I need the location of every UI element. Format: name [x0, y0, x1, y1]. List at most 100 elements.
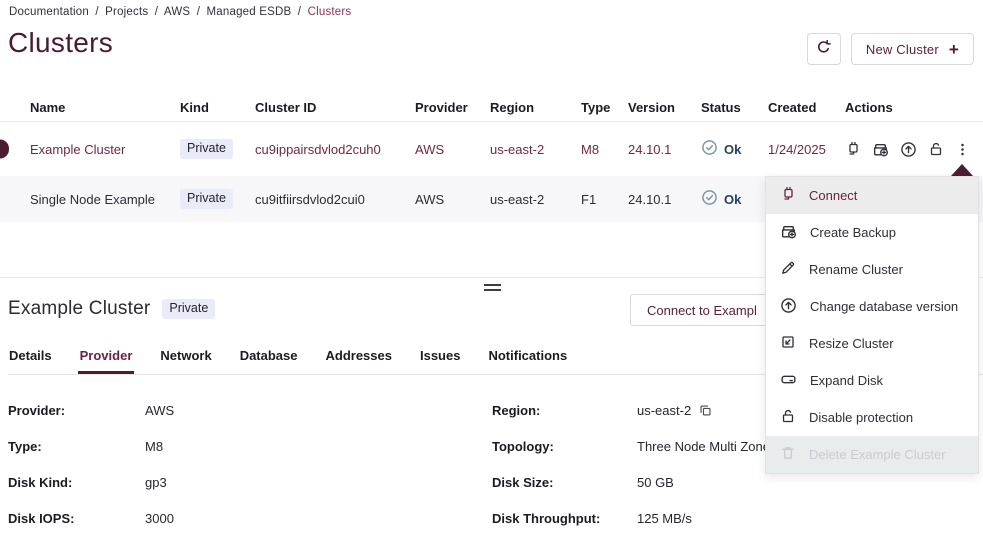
breadcrumb-item[interactable]: Projects — [105, 6, 148, 18]
change-version-icon[interactable] — [900, 141, 917, 158]
cell-region: us-east-2 — [490, 192, 581, 207]
new-cluster-button[interactable]: New Cluster + — [851, 33, 974, 65]
cell-name[interactable]: Example Cluster — [30, 142, 180, 157]
cell-actions — [845, 141, 983, 158]
tab-provider[interactable]: Provider — [79, 344, 134, 374]
menu-item-label: Disable protection — [809, 410, 913, 425]
col-header-status: Status — [701, 100, 768, 115]
field-value: AWS — [145, 403, 492, 418]
col-header-cluster-id: Cluster ID — [255, 100, 415, 115]
cell-type: F1 — [581, 192, 628, 207]
cell-version: 24.10.1 — [628, 192, 701, 207]
menu-item-label: Create Backup — [810, 225, 896, 240]
refresh-button[interactable] — [807, 33, 841, 65]
menu-item-disable-protection[interactable]: Disable protection — [766, 399, 978, 436]
field-value: 50 GB — [637, 475, 983, 490]
field-label: Type: — [8, 439, 145, 454]
arrow-up-circle-icon — [780, 297, 797, 317]
col-header-type: Type — [581, 100, 628, 115]
field-label: Disk IOPS: — [8, 511, 145, 526]
menu-item-change-database-version[interactable]: Change database version — [766, 288, 978, 325]
menu-item-label: Resize Cluster — [809, 336, 894, 351]
connect-icon[interactable] — [845, 141, 861, 157]
menu-item-create-backup[interactable]: Create Backup — [766, 214, 978, 251]
field-value: 125 MB/s — [637, 511, 983, 526]
cell-status: Ok — [701, 139, 768, 159]
field-label: Disk Throughput: — [492, 511, 637, 526]
pencil-icon — [780, 260, 796, 279]
col-header-region: Region — [490, 100, 581, 115]
resize-icon — [780, 334, 796, 353]
menu-item-resize-cluster[interactable]: Resize Cluster — [766, 325, 978, 362]
col-header-provider: Provider — [415, 100, 490, 115]
page-title: Clusters — [8, 27, 113, 59]
tab-notifications[interactable]: Notifications — [487, 344, 568, 374]
cell-name[interactable]: Single Node Example — [30, 192, 180, 207]
connect-to-cluster-button[interactable]: Connect to Exampl — [630, 294, 780, 326]
tab-addresses[interactable]: Addresses — [325, 344, 393, 374]
menu-item-label: Connect — [809, 188, 857, 203]
selected-row-marker — [0, 140, 9, 159]
col-header-name: Name — [30, 100, 180, 115]
menu-item-label: Change database version — [810, 299, 958, 314]
cell-cluster-id: cu9ippairsdvlod2cuh0 — [255, 142, 415, 157]
tab-network[interactable]: Network — [159, 344, 212, 374]
kind-badge: Private — [180, 139, 233, 159]
menu-item-label: Expand Disk — [810, 373, 883, 388]
check-circle-icon — [701, 189, 718, 209]
region-value: us-east-2 — [637, 403, 691, 418]
status-text: Ok — [724, 192, 741, 207]
context-menu: Connect Create Backup Rename Cluster — [765, 176, 979, 474]
create-backup-icon[interactable] — [872, 141, 889, 158]
breadcrumb: Documentation / Projects / AWS / Managed… — [9, 6, 351, 18]
status-text: Ok — [724, 142, 741, 157]
breadcrumb-current[interactable]: Clusters — [308, 6, 352, 18]
check-circle-icon — [701, 139, 718, 159]
menu-item-expand-disk[interactable]: Expand Disk — [766, 362, 978, 399]
detail-kind-badge: Private — [162, 299, 215, 319]
field-label: Region: — [492, 403, 637, 418]
detail-title: Example Cluster — [8, 298, 150, 320]
breadcrumb-separator: / — [155, 6, 158, 18]
cell-provider: AWS — [415, 142, 490, 157]
field-label: Disk Size: — [492, 475, 637, 490]
field-label: Topology: — [492, 439, 637, 454]
plus-icon: + — [949, 41, 959, 58]
tab-details[interactable]: Details — [8, 344, 53, 374]
field-value: M8 — [145, 439, 492, 454]
breadcrumb-item[interactable]: AWS — [164, 6, 190, 18]
field-label: Disk Kind: — [8, 475, 145, 490]
breadcrumb-item[interactable]: Managed ESDB — [207, 6, 292, 18]
table-row[interactable]: Example Cluster Private cu9ippairsdvlod2… — [0, 122, 983, 176]
menu-item-rename-cluster[interactable]: Rename Cluster — [766, 251, 978, 288]
field-value: gp3 — [145, 475, 492, 490]
col-header-created: Created — [768, 100, 845, 115]
cell-cluster-id: cu9itfiirsdvlod2cui0 — [255, 192, 415, 207]
field-label: Provider: — [8, 403, 145, 418]
field-value: 3000 — [145, 511, 492, 526]
kind-badge: Private — [180, 189, 233, 209]
tab-issues[interactable]: Issues — [419, 344, 461, 374]
menu-item-connect[interactable]: Connect — [766, 177, 978, 214]
create-backup-icon — [780, 223, 797, 243]
breadcrumb-separator: / — [298, 6, 301, 18]
cell-created: 1/24/2025 — [768, 142, 845, 157]
cell-type: M8 — [581, 142, 628, 157]
breadcrumb-separator: / — [95, 6, 98, 18]
breadcrumb-item[interactable]: Documentation — [9, 6, 89, 18]
unlock-icon — [780, 408, 796, 427]
breadcrumb-separator: / — [197, 6, 200, 18]
cell-region: us-east-2 — [490, 142, 581, 157]
kebab-menu-icon[interactable] — [955, 142, 970, 157]
refresh-icon — [815, 39, 832, 59]
col-header-version: Version — [628, 100, 701, 115]
cell-provider: AWS — [415, 192, 490, 207]
protection-lock-icon[interactable] — [928, 141, 944, 157]
cell-status: Ok — [701, 189, 768, 209]
col-header-kind: Kind — [180, 100, 255, 115]
disk-icon — [780, 371, 797, 391]
copy-icon[interactable] — [699, 404, 712, 417]
clusters-page: Documentation / Projects / AWS / Managed… — [0, 0, 983, 543]
tab-database[interactable]: Database — [239, 344, 299, 374]
plug-icon — [780, 186, 796, 205]
